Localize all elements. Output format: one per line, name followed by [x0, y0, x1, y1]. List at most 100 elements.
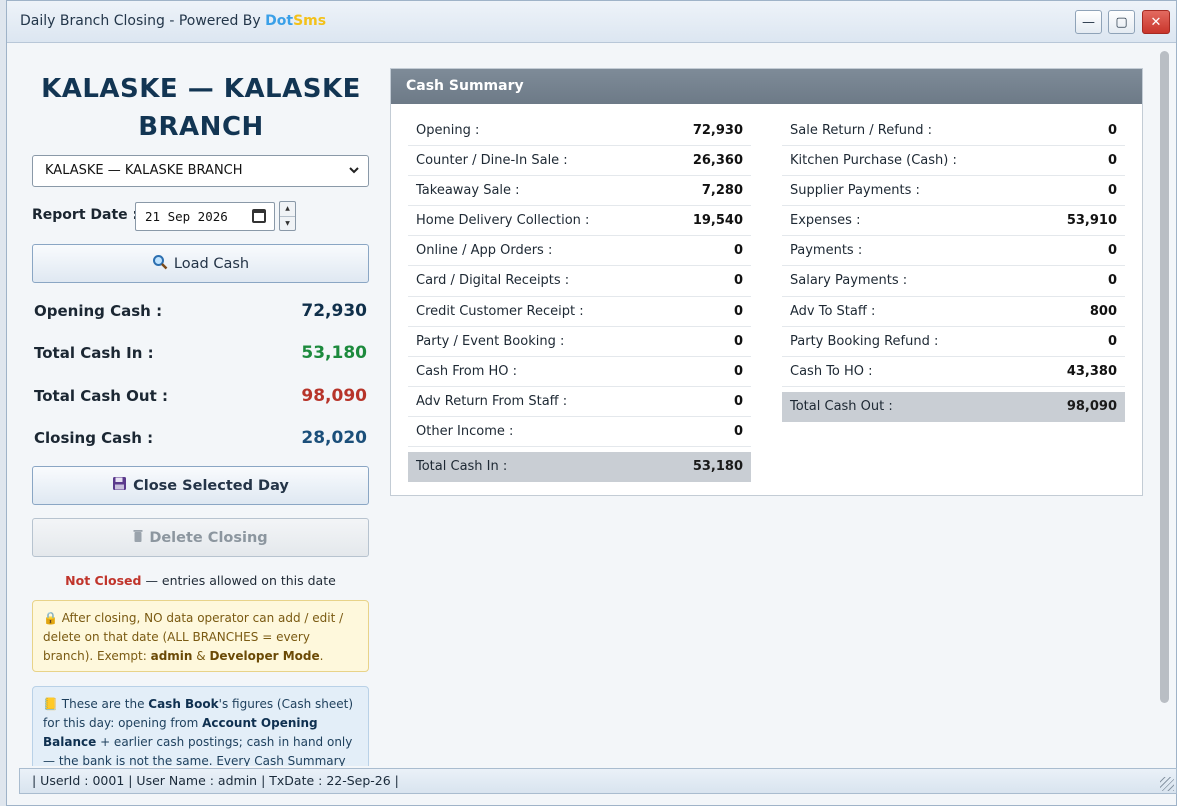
total-cash-out-row: Total Cash Out : 98,090 — [34, 386, 367, 406]
summary-row-value: 0 — [733, 303, 743, 319]
summary-row: Card / Digital Receipts : 0 — [408, 266, 751, 297]
summary-row: Credit Customer Receipt : 0 — [408, 297, 751, 327]
spin-up-icon[interactable]: ▲ — [280, 202, 295, 216]
summary-row-value: 0 — [733, 363, 743, 379]
load-cash-label: Load Cash — [173, 255, 250, 272]
summary-row-label: Payments : — [790, 243, 863, 259]
summary-row: Kitchen Purchase (Cash) : 0 — [782, 146, 1125, 177]
closing-cash-label: Closing Cash : — [34, 429, 154, 447]
status-bar: | UserId : 0001 | User Name : admin | Tx… — [19, 768, 1177, 794]
summary-row-label: Home Delivery Collection : — [416, 213, 590, 229]
chevron-down-icon — [348, 156, 360, 197]
summary-row-label: Adv To Staff : — [790, 303, 876, 319]
closing-warning-note: 🔒 After closing, NO data operator can ad… — [32, 600, 369, 672]
summary-row: Adv To Staff : 800 — [782, 297, 1125, 327]
summary-row: Home Delivery Collection : 19,540 — [408, 206, 751, 237]
spin-down-icon[interactable]: ▼ — [280, 216, 295, 230]
summary-row: Party Booking Refund : 0 — [782, 327, 1125, 357]
lock-icon: 🔒 — [43, 611, 58, 625]
summary-row-value: 43,380 — [1066, 363, 1117, 379]
summary-row: Sale Return / Refund : 0 — [782, 116, 1125, 147]
status-bar-text: | UserId : 0001 | User Name : admin | Tx… — [32, 773, 399, 788]
summary-row-value: 0 — [1107, 123, 1117, 138]
summary-row-value: 19,540 — [692, 213, 743, 229]
calendar-icon[interactable] — [252, 209, 266, 223]
info-text-1: These are the — [57, 697, 149, 711]
summary-row-value: 0 — [1107, 333, 1117, 349]
summary-row: Expenses : 53,910 — [782, 206, 1125, 237]
summary-row-value: 0 — [1107, 153, 1117, 169]
summary-row-label: Takeaway Sale : — [416, 183, 520, 199]
summary-row: Party / Event Booking : 0 — [408, 327, 751, 357]
branch-select[interactable]: KALASKE — KALASKE BRANCH — [32, 155, 369, 187]
warning-dev-mode: Developer Mode — [209, 649, 320, 663]
delete-closing-button[interactable]: Delete Closing — [32, 518, 369, 557]
summary-row-label: Expenses : — [790, 213, 861, 229]
report-date-value: 21 Sep 2026 — [145, 209, 228, 224]
search-icon — [152, 254, 168, 274]
summary-row: Payments : 0 — [782, 236, 1125, 267]
summary-row: Cash From HO : 0 — [408, 357, 751, 387]
resize-grip-icon[interactable] — [1160, 777, 1174, 791]
summary-row-label: Sale Return / Refund : — [790, 123, 933, 138]
opening-cash-row: Opening Cash : 72,930 — [34, 301, 367, 321]
closing-cash-value: 28,020 — [301, 428, 367, 448]
closing-status: Not Closed — entries allowed on this dat… — [32, 573, 369, 588]
brand-sms: Sms — [293, 13, 327, 29]
summary-total-label: Total Cash In : — [416, 459, 508, 475]
summary-row-label: Card / Digital Receipts : — [416, 273, 570, 289]
summary-row-label: Online / App Orders : — [416, 243, 553, 259]
minimize-button[interactable]: — — [1075, 10, 1102, 34]
summary-row: Counter / Dine-In Sale : 26,360 — [408, 146, 751, 177]
summary-total-value: 98,090 — [1066, 398, 1117, 414]
summary-row-label: Kitchen Purchase (Cash) : — [790, 153, 957, 169]
summary-row: Supplier Payments : 0 — [782, 176, 1125, 207]
floppy-disk-icon — [112, 476, 127, 495]
title-bar[interactable]: Daily Branch Closing - Powered By DotSms… — [7, 1, 1176, 43]
cash-book-info-note: 📒 These are the Cash Book's figures (Cas… — [32, 686, 369, 766]
summary-total-value: 53,180 — [692, 459, 743, 475]
summary-total-row: Total Cash Out : 98,090 — [782, 391, 1125, 422]
info-cash-book: Cash Book — [148, 697, 219, 711]
summary-row-label: Salary Payments : — [790, 273, 908, 289]
maximize-button[interactable]: ▢ — [1108, 10, 1135, 34]
summary-row-value: 0 — [1107, 243, 1117, 259]
cash-summary-panel: Cash Summary Opening : 72,930 Counter / Di… — [390, 68, 1143, 496]
summary-row-value: 7,280 — [701, 183, 743, 199]
summary-row: Other Income : 0 — [408, 417, 751, 448]
summary-row-value: 26,360 — [692, 153, 743, 169]
summary-row: Adv Return From Staff : 0 — [408, 387, 751, 417]
trash-icon — [133, 529, 143, 547]
closing-status-word: Not Closed — [65, 573, 142, 588]
notepad-icon: 📒 — [43, 697, 58, 711]
delete-closing-label: Delete Closing — [149, 529, 268, 546]
scrollbar-thumb[interactable] — [1160, 51, 1169, 703]
summary-row-label: Counter / Dine-In Sale : — [416, 153, 568, 169]
summary-row-value: 0 — [733, 333, 743, 349]
summary-row-value: 72,930 — [692, 123, 743, 138]
app-window: Daily Branch Closing - Powered By DotSms… — [6, 0, 1177, 806]
summary-row-value: 0 — [733, 393, 743, 409]
summary-row-label: Adv Return From Staff : — [416, 393, 568, 409]
summary-row-value: 0 — [733, 243, 743, 259]
window-title: Daily Branch Closing - Powered By DotSms — [20, 13, 326, 29]
cash-out-column: Sale Return / Refund :0 Kitchen Purchase … — [782, 116, 1125, 422]
close-selected-day-label: Close Selected Day — [133, 477, 289, 494]
total-cash-in-value: 53,180 — [301, 343, 367, 363]
summary-total-label: Total Cash Out : — [790, 398, 893, 414]
warning-joiner: & — [192, 649, 210, 663]
close-window-button[interactable]: ✕ — [1142, 10, 1170, 34]
close-selected-day-button[interactable]: Close Selected Day — [32, 466, 369, 505]
summary-row-value: 0 — [1107, 183, 1117, 199]
summary-row-label: Other Income : — [416, 423, 514, 439]
warning-admin: admin — [150, 649, 193, 663]
window-title-text: Daily Branch Closing - Powered By — [20, 13, 266, 29]
total-cash-in-row: Total Cash In : 53,180 — [34, 343, 367, 363]
load-cash-button[interactable]: Load Cash — [32, 244, 369, 283]
opening-cash-label: Opening Cash : — [34, 302, 163, 320]
report-date-input[interactable]: 21 Sep 2026 — [135, 202, 275, 231]
date-spinner[interactable]: ▲ ▼ — [279, 201, 296, 231]
summary-row-label: Cash To HO : — [790, 363, 873, 379]
summary-row-value: 0 — [733, 423, 743, 439]
warning-end: . — [319, 649, 324, 663]
